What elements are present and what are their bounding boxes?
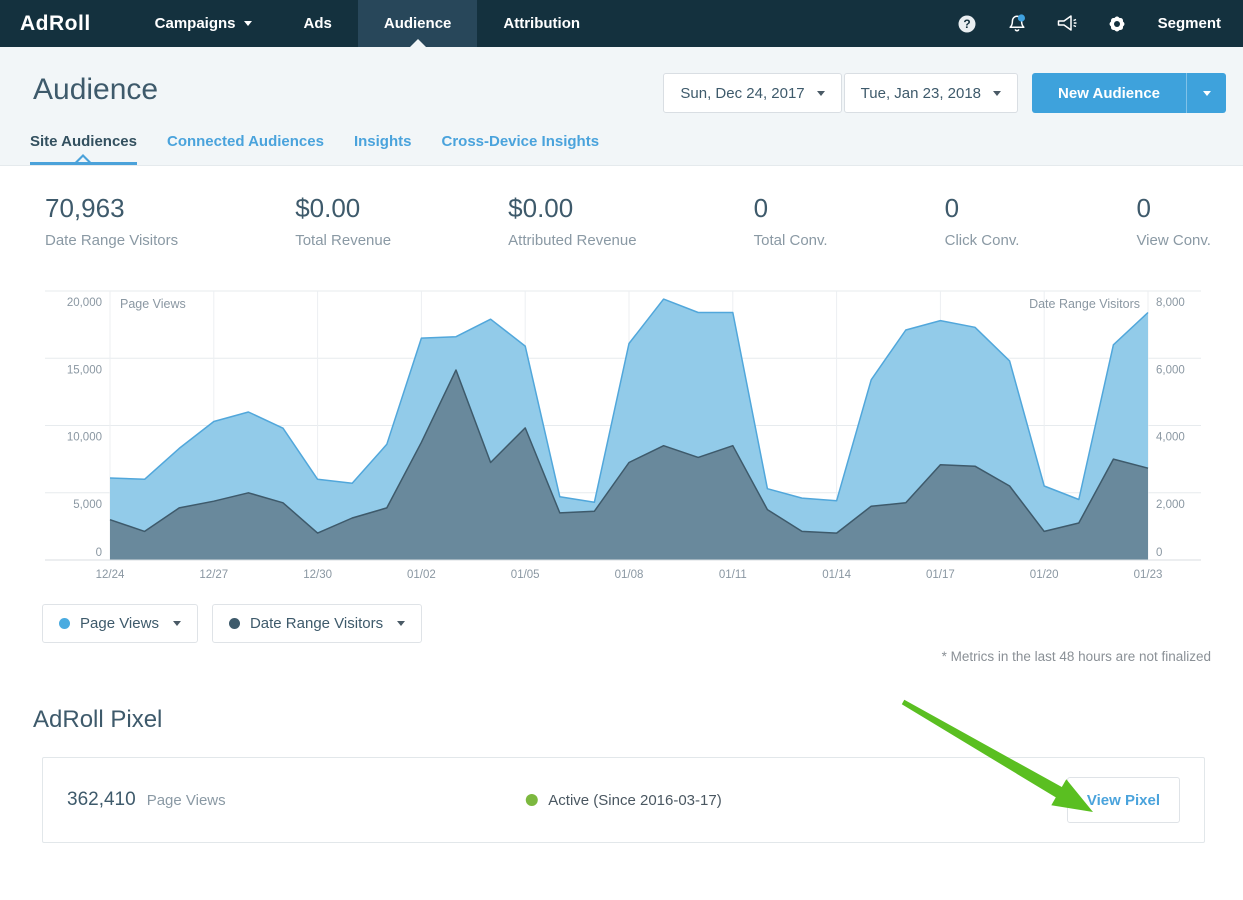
svg-text:Date Range Visitors: Date Range Visitors: [1029, 297, 1140, 311]
stat-label: Total Revenue: [295, 232, 391, 249]
stat-label: Date Range Visitors: [45, 232, 178, 249]
date-range-visitors-color-dot: [229, 618, 240, 629]
svg-text:20,000: 20,000: [67, 297, 102, 309]
summary-stats-row: 70,963 Date Range Visitors $0.00 Total R…: [0, 166, 1243, 249]
svg-text:12/27: 12/27: [199, 569, 228, 581]
settings-gear-icon[interactable]: [1106, 13, 1128, 35]
status-dot: [525, 794, 537, 806]
svg-text:0: 0: [96, 547, 102, 559]
svg-text:4,000: 4,000: [1156, 432, 1185, 444]
pixel-page-views-value: 362,410: [67, 789, 136, 811]
nav-item-label: Audience: [384, 15, 452, 32]
new-audience-split-button: New Audience: [1032, 73, 1226, 113]
stat-view-conv: 0 View Conv.: [1136, 193, 1210, 249]
stat-value: $0.00: [508, 193, 636, 224]
stat-label: Click Conv.: [945, 232, 1020, 249]
svg-text:12/24: 12/24: [96, 569, 125, 581]
tab-cross-device-insights[interactable]: Cross-Device Insights: [441, 133, 599, 165]
stat-value: 0: [1136, 193, 1210, 224]
legend-date-range-visitors-dropdown[interactable]: Date Range Visitors: [212, 604, 422, 643]
adroll-pixel-card: 362,410 Page Views Active (Since 2016-03…: [42, 757, 1205, 843]
header-controls: Sun, Dec 24, 2017 Tue, Jan 23, 2018 New …: [663, 73, 1226, 113]
chevron-down-icon: [993, 91, 1001, 96]
announcements-megaphone-icon[interactable]: [1056, 13, 1078, 35]
navbar-utilities: ? Segment: [942, 0, 1243, 47]
stat-date-range-visitors: 70,963 Date Range Visitors: [45, 193, 178, 249]
stat-label: View Conv.: [1136, 232, 1210, 249]
pixel-status: Active (Since 2016-03-17): [525, 792, 721, 809]
start-date-value: Sun, Dec 24, 2017: [680, 85, 804, 102]
svg-text:01/02: 01/02: [407, 569, 436, 581]
audience-tabs: Site Audiences Connected Audiences Insig…: [30, 133, 1243, 165]
stat-value: 0: [754, 193, 828, 224]
stat-attributed-revenue: $0.00 Attributed Revenue: [508, 193, 636, 249]
nav-item-label: Ads: [304, 15, 332, 32]
stat-total-revenue: $0.00 Total Revenue: [295, 193, 391, 249]
nav-item-campaigns[interactable]: Campaigns: [129, 0, 278, 47]
nav-item-label: Attribution: [503, 15, 580, 32]
new-audience-button[interactable]: New Audience: [1032, 73, 1186, 113]
svg-text:01/11: 01/11: [719, 569, 747, 581]
svg-text:01/08: 01/08: [615, 569, 644, 581]
svg-text:01/05: 01/05: [511, 569, 540, 581]
chevron-down-icon: [1203, 91, 1211, 96]
nav-item-attribution[interactable]: Attribution: [477, 0, 606, 47]
chart-section: 20,000 8,000 15,000 6,000 10,000 4,000 5,000 2,…: [20, 283, 1243, 590]
start-date-picker[interactable]: Sun, Dec 24, 2017: [663, 73, 841, 113]
view-pixel-button[interactable]: View Pixel: [1067, 777, 1180, 823]
status-text: Active (Since 2016-03-17): [548, 792, 721, 809]
stat-label: Attributed Revenue: [508, 232, 636, 249]
top-navbar: AdRoll Campaigns Ads Audience Attributio…: [0, 0, 1243, 47]
tab-site-audiences[interactable]: Site Audiences: [30, 133, 137, 165]
svg-text:01/20: 01/20: [1030, 569, 1059, 581]
nav-item-label: Campaigns: [155, 15, 236, 32]
legend-label: Page Views: [80, 615, 159, 632]
svg-text:2,000: 2,000: [1156, 499, 1185, 511]
adroll-pixel-heading: AdRoll Pixel: [33, 706, 1243, 734]
end-date-picker[interactable]: Tue, Jan 23, 2018: [844, 73, 1018, 113]
svg-text:15,000: 15,000: [67, 364, 102, 376]
adroll-logo[interactable]: AdRoll: [0, 0, 129, 47]
tab-connected-audiences[interactable]: Connected Audiences: [167, 133, 324, 165]
svg-text:?: ?: [963, 17, 970, 31]
chart-legend: Page Views Date Range Visitors: [42, 604, 1243, 643]
svg-text:0: 0: [1156, 547, 1162, 559]
pixel-page-views-label: Page Views: [147, 792, 226, 809]
svg-text:10,000: 10,000: [67, 432, 102, 444]
svg-text:01/17: 01/17: [926, 569, 955, 581]
svg-text:12/30: 12/30: [303, 569, 332, 581]
stat-value: $0.00: [295, 193, 391, 224]
stat-total-conv: 0 Total Conv.: [754, 193, 828, 249]
segment-menu[interactable]: Segment: [1142, 15, 1243, 32]
stat-click-conv: 0 Click Conv.: [945, 193, 1020, 249]
primary-nav: Campaigns Ads Audience Attribution: [129, 0, 606, 47]
stat-value: 70,963: [45, 193, 178, 224]
nav-item-audience[interactable]: Audience: [358, 0, 478, 47]
stat-label: Total Conv.: [754, 232, 828, 249]
metrics-footnote: * Metrics in the last 48 hours are not f…: [0, 649, 1243, 664]
stat-value: 0: [945, 193, 1020, 224]
nav-item-ads[interactable]: Ads: [278, 0, 358, 47]
legend-page-views-dropdown[interactable]: Page Views: [42, 604, 198, 643]
help-icon[interactable]: ?: [956, 13, 978, 35]
end-date-value: Tue, Jan 23, 2018: [861, 85, 981, 102]
legend-label: Date Range Visitors: [250, 615, 383, 632]
tab-insights[interactable]: Insights: [354, 133, 412, 165]
svg-text:Page Views: Page Views: [120, 297, 186, 311]
page-views-color-dot: [59, 618, 70, 629]
page-header: Audience Sun, Dec 24, 2017 Tue, Jan 23, …: [0, 47, 1243, 166]
new-audience-dropdown-button[interactable]: [1186, 73, 1226, 113]
chevron-down-icon: [173, 621, 181, 626]
svg-text:6,000: 6,000: [1156, 364, 1185, 376]
audience-activity-chart: 20,000 8,000 15,000 6,000 10,000 4,000 5,000 2,…: [20, 283, 1223, 585]
notifications-bell-icon[interactable]: [1006, 13, 1028, 35]
svg-text:01/14: 01/14: [822, 569, 851, 581]
chevron-down-icon: [244, 21, 252, 26]
svg-text:5,000: 5,000: [73, 499, 102, 511]
svg-text:8,000: 8,000: [1156, 297, 1185, 309]
chevron-down-icon: [817, 91, 825, 96]
chevron-down-icon: [397, 621, 405, 626]
svg-text:01/23: 01/23: [1134, 569, 1163, 581]
